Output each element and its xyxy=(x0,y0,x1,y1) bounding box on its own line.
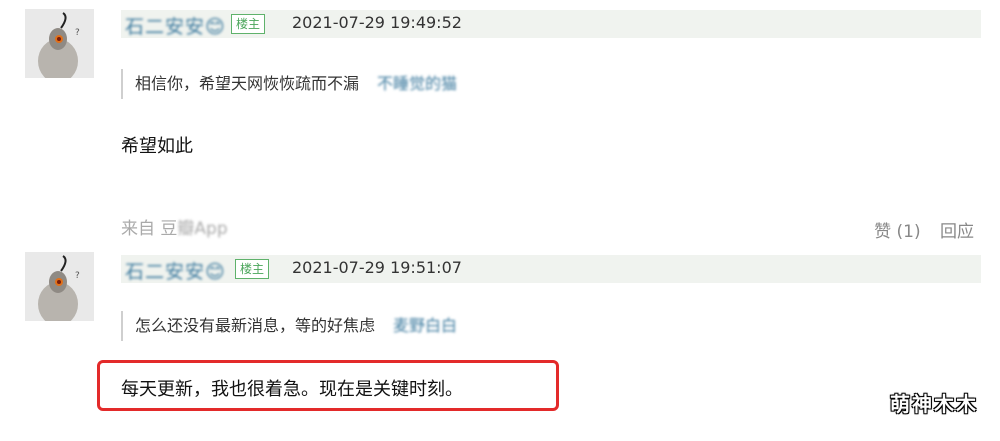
quote-author[interactable]: 麦野白白 xyxy=(393,316,457,335)
highlight-box xyxy=(97,360,559,411)
quoted-reply: 相信你，希望天网恢恢疏而不漏 不睡觉的猫 xyxy=(121,69,457,99)
timestamp: 2021-07-29 19:49:52 xyxy=(292,13,462,32)
comment-source: 来自 豆瓣App xyxy=(121,214,228,239)
comment-actions: 赞 (1) 回应 xyxy=(860,217,974,242)
comment-meta-bar: 石二安安😊 楼主 2021-07-29 19:51:07 xyxy=(121,255,981,283)
bird-avatar-icon: ? xyxy=(25,9,94,78)
svg-text:?: ? xyxy=(75,271,80,281)
avatar[interactable]: ? xyxy=(25,252,94,321)
avatar[interactable]: ? xyxy=(25,9,94,78)
comment-body: 希望如此 xyxy=(121,136,193,157)
reply-button[interactable]: 回应 xyxy=(940,222,974,242)
quoted-reply: 怎么还没有最新消息，等的好焦虑 麦野白白 xyxy=(121,311,457,341)
op-badge: 楼主 xyxy=(231,14,266,34)
like-button[interactable]: 赞 (1) xyxy=(874,222,920,242)
source-suffix: 瓣App xyxy=(177,219,228,239)
quote-author[interactable]: 不睡觉的猫 xyxy=(377,74,457,93)
quote-text: 怎么还没有最新消息，等的好焦虑 xyxy=(135,316,376,335)
username[interactable]: 石二安安😊 xyxy=(125,12,226,39)
op-badge: 楼主 xyxy=(235,259,270,279)
svg-text:?: ? xyxy=(75,28,80,38)
comment-meta-bar: 石二安安😊 楼主 2021-07-29 19:49:52 xyxy=(121,10,981,38)
timestamp: 2021-07-29 19:51:07 xyxy=(292,258,462,277)
watermark: 萌神木木 xyxy=(890,392,978,416)
username[interactable]: 石二安安😊 xyxy=(125,257,226,284)
quote-text: 相信你，希望天网恢恢疏而不漏 xyxy=(135,74,360,93)
bird-avatar-icon: ? xyxy=(25,252,94,321)
source-prefix: 来自 豆 xyxy=(121,219,178,239)
